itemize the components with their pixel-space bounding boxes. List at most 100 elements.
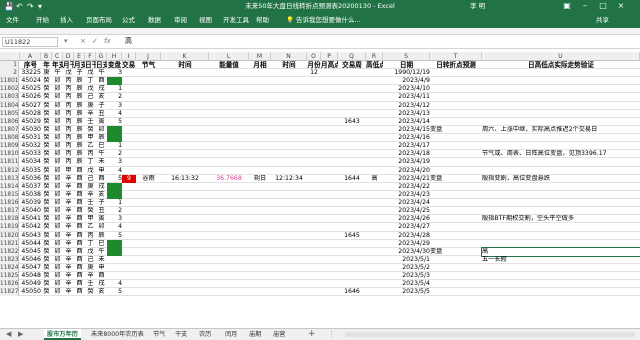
cell-seq[interactable]: 45025 [20, 85, 41, 93]
cell-t[interactable] [430, 110, 482, 118]
cell-d[interactable]: 辛 [63, 223, 74, 231]
cell-l[interactable] [209, 223, 249, 231]
cell-c[interactable]: 卯 [52, 248, 63, 256]
cell-i[interactable] [122, 134, 136, 142]
cell-m[interactable] [249, 191, 271, 199]
cell-o[interactable] [307, 183, 321, 191]
cell-r[interactable] [366, 77, 383, 85]
cell-e[interactable]: 酉 [74, 167, 85, 175]
cell-y[interactable]: 癸 [41, 215, 52, 223]
user-name[interactable]: 李 明 [470, 2, 485, 11]
cell-e[interactable]: 酉 [74, 240, 85, 248]
cell-e[interactable]: 辰 [74, 110, 85, 118]
cell-j[interactable] [136, 256, 161, 264]
cell-j[interactable] [136, 142, 161, 150]
cell-d[interactable]: 丙 [63, 118, 74, 126]
cell-p[interactable] [321, 167, 338, 175]
row-number[interactable]: 11817 [0, 207, 19, 216]
cell-t[interactable]: 变盘 [430, 126, 482, 134]
cell-g[interactable]: 酉 [96, 272, 107, 280]
cell-u[interactable] [482, 93, 640, 101]
save-icon[interactable]: 💾 [4, 2, 14, 11]
column-header-L[interactable]: L [209, 52, 249, 61]
cell-f[interactable]: 辛 [85, 110, 96, 118]
cell-f[interactable]: 丁 [85, 158, 96, 166]
cell-g[interactable]: 丑 [96, 110, 107, 118]
cell-r[interactable] [366, 118, 383, 126]
cell-i[interactable] [122, 207, 136, 215]
sheet-tab-calendar[interactable]: 股市万年历 [44, 329, 81, 340]
cell-q[interactable] [338, 272, 366, 280]
cell-e[interactable]: 酉 [74, 288, 85, 296]
cell-p[interactable] [321, 199, 338, 207]
cell-g[interactable]: 辰 [96, 232, 107, 240]
column-title[interactable]: 日转折点预测 [430, 61, 482, 69]
cell-u[interactable] [482, 110, 640, 118]
cell-nn[interactable] [271, 158, 307, 166]
cell-k[interactable] [161, 248, 209, 256]
column-title[interactable]: 能量值 [209, 61, 249, 69]
cell-r[interactable] [366, 183, 383, 191]
cell-k[interactable] [161, 118, 209, 126]
cell-j[interactable] [136, 248, 161, 256]
cell-l[interactable] [209, 167, 249, 175]
cell-o[interactable] [307, 77, 321, 85]
cell-j[interactable] [136, 93, 161, 101]
cell-u[interactable] [482, 288, 640, 296]
cell-i[interactable] [122, 93, 136, 101]
cell-r[interactable] [366, 199, 383, 207]
cancel-entry-icon[interactable]: × [80, 37, 86, 46]
cell-f[interactable]: 壬 [85, 280, 96, 288]
cell-y[interactable]: 癸 [41, 77, 52, 85]
cell-f[interactable]: 戊 [85, 248, 96, 256]
cell-m[interactable] [249, 134, 271, 142]
cell-h[interactable]: 5 [107, 232, 122, 240]
cell-l[interactable] [209, 256, 249, 264]
cell-r[interactable] [366, 126, 383, 134]
maximize-icon[interactable]: □ [596, 1, 610, 11]
cell-q[interactable] [338, 134, 366, 142]
cell-t[interactable]: 变盘 [430, 175, 482, 183]
cell-f[interactable]: 甲 [85, 215, 96, 223]
cell-q[interactable] [338, 110, 366, 118]
cell-c[interactable]: 午 [52, 69, 63, 77]
cell-y[interactable]: 癸 [41, 288, 52, 296]
cell-o[interactable] [307, 248, 321, 256]
cell-o[interactable] [307, 215, 321, 223]
cell-r[interactable] [366, 191, 383, 199]
cell-f[interactable]: 戊 [85, 69, 96, 77]
cell-i[interactable] [122, 256, 136, 264]
column-title[interactable]: 年 [41, 61, 52, 69]
cell-m[interactable]: 朔日 [249, 175, 271, 183]
cell-g[interactable]: 午 [96, 150, 107, 158]
cell-nn[interactable] [271, 272, 307, 280]
cell-f[interactable]: 丙 [85, 232, 96, 240]
cell-u[interactable]: 殷指BTF期权交割，空头平空做多 [482, 215, 640, 223]
cell-k[interactable] [161, 150, 209, 158]
cell-c[interactable]: 卯 [52, 215, 63, 223]
cell-j[interactable] [136, 264, 161, 272]
cell-i[interactable] [122, 264, 136, 272]
cell-g[interactable]: 未 [96, 256, 107, 264]
cell-f[interactable]: 丁 [85, 240, 96, 248]
enter-entry-icon[interactable]: ✓ [92, 37, 98, 46]
cell-p[interactable] [321, 248, 338, 256]
cell-l[interactable] [209, 126, 249, 134]
cell-c[interactable]: 卯 [52, 167, 63, 175]
cell-t[interactable] [430, 280, 482, 288]
cell-r[interactable] [366, 134, 383, 142]
cell-k[interactable] [161, 207, 209, 215]
row-number[interactable]: 11815 [0, 190, 19, 199]
cell-i[interactable] [122, 110, 136, 118]
cell-h[interactable]: 5 [107, 118, 122, 126]
cell-k[interactable] [161, 191, 209, 199]
cell-j[interactable] [136, 85, 161, 93]
cell-t[interactable] [430, 118, 482, 126]
cell-h[interactable]: 2 [107, 150, 122, 158]
cell-j[interactable] [136, 150, 161, 158]
cell-k[interactable] [161, 232, 209, 240]
cell-i[interactable] [122, 150, 136, 158]
cell-j[interactable] [136, 118, 161, 126]
cell-t[interactable] [430, 134, 482, 142]
cell-l[interactable] [209, 110, 249, 118]
